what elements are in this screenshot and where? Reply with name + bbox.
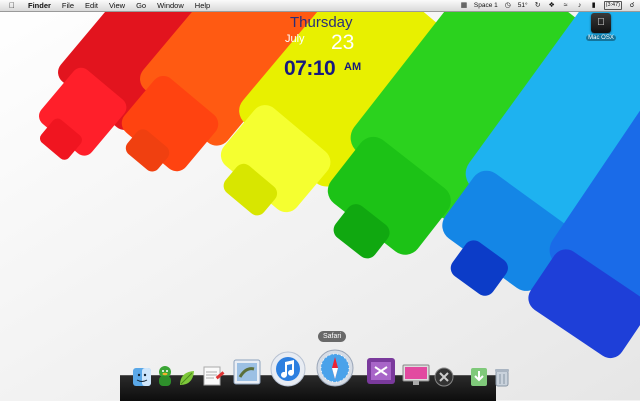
mail-icon[interactable]	[232, 357, 262, 387]
menu-bar:  Finder File Edit View Go Window Help ▦…	[0, 0, 640, 12]
wifi-icon[interactable]: ≈	[562, 2, 570, 10]
dock-tooltip: Safari	[318, 331, 347, 342]
textedit-icon[interactable]	[202, 365, 226, 387]
spotlight-icon[interactable]: ☌	[628, 2, 636, 10]
menu-file[interactable]: File	[62, 0, 74, 11]
adium-icon[interactable]	[156, 365, 174, 387]
x-icon[interactable]	[434, 367, 454, 387]
leaf-icon[interactable]	[178, 369, 196, 387]
battery-time[interactable]: (3:47)	[603, 1, 622, 10]
itunes-icon[interactable]	[270, 351, 306, 387]
trash-icon[interactable]	[494, 367, 510, 387]
dock	[120, 345, 509, 395]
apple-icon[interactable]: 	[9, 1, 19, 11]
safari-icon[interactable]	[316, 349, 354, 387]
desktop-drive-item[interactable]:  Mac OSX	[586, 13, 616, 51]
clock-widget: Thursday July 23 07:10 AM	[280, 12, 380, 82]
clock-date: 23	[331, 31, 355, 54]
clock-ampm: AM	[344, 61, 362, 73]
downloads-icon[interactable]	[470, 367, 488, 387]
time-machine-icon[interactable]: ◷	[504, 2, 512, 10]
clock-day: Thursday	[290, 14, 353, 31]
menu-finder[interactable]: Finder	[28, 0, 51, 11]
clock-month: July	[285, 33, 305, 45]
finder-icon[interactable]	[132, 367, 152, 387]
display-icon[interactable]	[402, 363, 430, 387]
menu-view[interactable]: View	[109, 0, 125, 11]
menu-help[interactable]: Help	[195, 0, 210, 11]
space-label[interactable]: Space 1	[474, 2, 498, 9]
menu-go[interactable]: Go	[136, 0, 146, 11]
battery-icon[interactable]: ▮	[590, 2, 598, 10]
bluetooth-icon[interactable]: ❖	[548, 2, 556, 10]
plugin-icon[interactable]	[364, 355, 398, 387]
hard-drive-icon[interactable]: 	[591, 13, 611, 33]
clock-time: 07:10	[284, 57, 336, 80]
spaces-icon[interactable]: ▦	[460, 2, 468, 10]
menu-window[interactable]: Window	[157, 0, 184, 11]
desktop-drive-label[interactable]: Mac OSX	[586, 35, 616, 41]
menu-edit[interactable]: Edit	[85, 0, 98, 11]
sync-icon[interactable]: ↻	[534, 2, 542, 10]
volume-icon[interactable]: ♪	[576, 2, 584, 10]
menu-extras: ▦ Space 1 ◷ 51° ↻ ❖ ≈ ♪ ▮ (3:47) ☌	[460, 0, 636, 11]
temperature-label[interactable]: 51°	[518, 2, 528, 9]
